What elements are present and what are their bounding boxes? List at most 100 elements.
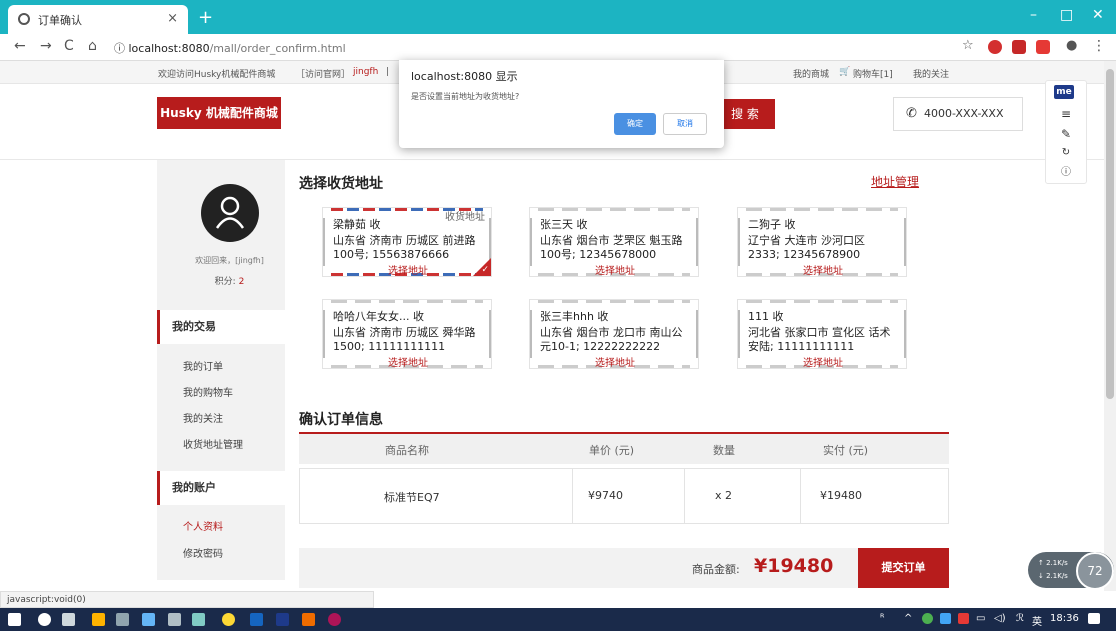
select-address-link[interactable]: 选择地址 <box>323 354 493 369</box>
refresh-icon[interactable]: ↻ <box>1046 147 1086 158</box>
card-border-right <box>904 310 906 358</box>
recipient-address: 辽宁省 大连市 沙河口区 2333; 12345678900 <box>748 234 865 261</box>
maximize-button[interactable]: □ <box>1060 7 1073 23</box>
search-app-icon[interactable] <box>168 613 181 626</box>
info-icon[interactable]: ⓘ <box>1046 163 1086 178</box>
back-icon[interactable]: ← <box>14 38 26 54</box>
address-card[interactable]: 梁静茹 收山东省 济南市 历城区 前进路100号; 15563876666 收货地… <box>322 207 492 277</box>
select-address-link[interactable]: 选择地址 <box>738 262 908 277</box>
address-card[interactable]: 哈哈八年女女... 收山东省 济南市 历城区 舜华路1500; 11111111… <box>322 299 492 369</box>
card-border-top <box>538 208 690 211</box>
tray-app-icon[interactable] <box>922 613 933 624</box>
logo[interactable]: Husky 机械配件商城 <box>157 97 281 129</box>
tray-app-icon[interactable] <box>940 613 951 624</box>
me-app-icon[interactable] <box>276 613 289 626</box>
sidebar-item-profile[interactable]: 个人资料 <box>183 518 223 533</box>
select-address-link[interactable]: 选择地址 <box>530 354 700 369</box>
card-border-top <box>538 300 690 303</box>
card-border-left <box>530 310 532 358</box>
close-window-button[interactable]: ✕ <box>1092 7 1104 23</box>
recipient-name: 111 收 <box>748 310 784 323</box>
sidebar-item-follow[interactable]: 我的关注 <box>183 410 223 425</box>
chrome-icon[interactable] <box>222 613 235 626</box>
taskbar-app-icon[interactable] <box>142 613 155 626</box>
info-icon: ⓘ <box>114 42 125 55</box>
volume-icon[interactable]: ◁) <box>994 613 1006 624</box>
scrollbar[interactable] <box>1104 61 1116 591</box>
input-language[interactable]: 英 <box>1032 613 1042 628</box>
wand-icon[interactable]: ✎ <box>1046 127 1086 141</box>
address-card[interactable]: 111 收河北省 张家口市 宣化区 话术安陆; 11111111111 选择地址 <box>737 299 907 369</box>
username-link[interactable]: jingfh <box>353 67 378 77</box>
video-extension-icon[interactable] <box>1012 40 1026 54</box>
tray-chevron-icon[interactable]: ^ <box>904 613 912 624</box>
address-card[interactable]: 张三丰hhh 收山东省 烟台市 龙口市 南山公元10-1; 1222222222… <box>529 299 699 369</box>
my-follow-link[interactable]: 我的关注 <box>913 67 949 80</box>
col-unit-price: 单价 (元) <box>589 444 635 457</box>
ime-icon[interactable]: ℛ <box>1016 613 1024 624</box>
home-icon[interactable]: ⌂ <box>88 38 97 54</box>
me-extension-icon[interactable]: me <box>1054 85 1074 99</box>
pdf-extension-icon[interactable] <box>1036 40 1050 54</box>
sidebar-item-cart[interactable]: 我的购物车 <box>183 384 233 399</box>
ok-button[interactable]: 确定 <box>614 113 656 135</box>
clock[interactable]: 18:36 <box>1050 613 1079 624</box>
reload-icon[interactable]: C <box>64 38 74 54</box>
section-my-trade: 我的交易 <box>157 310 285 344</box>
tab-title: 订单确认 <box>38 14 82 27</box>
account-icon[interactable]: ● <box>1066 38 1077 53</box>
taskbar-app-icon[interactable] <box>116 613 129 626</box>
forward-icon[interactable]: → <box>40 38 52 54</box>
recipient-name: 哈哈八年女女... 收 <box>333 310 424 323</box>
close-tab-icon[interactable]: × <box>167 11 178 26</box>
my-mall-link[interactable]: 我的商城 <box>793 67 829 80</box>
word-icon[interactable] <box>250 613 263 626</box>
user-sidebar: 欢迎回来，[jingfh] 积分: 2 我的交易 我的订单 我的购物车 我的关注… <box>157 160 285 580</box>
cancel-button[interactable]: 取消 <box>663 113 707 135</box>
cortana-icon[interactable] <box>38 613 51 626</box>
file-explorer-icon[interactable] <box>92 613 105 626</box>
select-address-link[interactable]: 选择地址 <box>738 354 908 369</box>
windows-start-icon[interactable] <box>8 613 21 626</box>
new-tab-button[interactable]: + <box>198 7 213 28</box>
taskbar-app-icon[interactable] <box>192 613 205 626</box>
confirm-dialog: localhost:8080 显示 是否设置当前地址为收货地址? 确定 取消 <box>399 60 724 148</box>
star-icon[interactable]: ☆ <box>962 38 974 53</box>
people-icon[interactable]: ᴿ <box>880 613 884 624</box>
hamburger-icon[interactable]: ≡ <box>1046 107 1086 121</box>
url-field[interactable]: ⓘ localhost:8080/mall/order_confirm.html <box>114 40 346 56</box>
browser-tabbar: 订单确认 × + – □ ✕ <box>0 0 1116 34</box>
task-view-icon[interactable] <box>62 613 75 626</box>
card-border-top <box>746 208 898 211</box>
card-border-top <box>746 300 898 303</box>
select-address-link[interactable]: 选择地址 <box>530 262 700 277</box>
tray-app-icon[interactable] <box>958 613 969 624</box>
taskbar-app-icon[interactable] <box>328 613 341 626</box>
address-manage-link[interactable]: 地址管理 <box>871 173 919 190</box>
taskbar-app-icon[interactable] <box>302 613 315 626</box>
submit-order-button[interactable]: 提交订单 <box>858 548 949 588</box>
card-border-top <box>331 300 483 303</box>
notification-icon[interactable] <box>1088 613 1100 624</box>
visit-site-link[interactable]: ［访问官网］ <box>296 67 350 80</box>
sidebar-item-password[interactable]: 修改密码 <box>183 545 223 560</box>
abp-extension-icon[interactable] <box>988 40 1002 54</box>
card-border-left <box>530 218 532 266</box>
points-label: 积分: <box>214 277 236 287</box>
points: 积分: 2 <box>157 274 302 287</box>
sidebar-item-orders[interactable]: 我的订单 <box>183 358 223 373</box>
menu-icon[interactable]: ⋮ <box>1092 38 1106 54</box>
sidebar-item-address[interactable]: 收货地址管理 <box>183 436 243 451</box>
cell-divider <box>572 469 573 523</box>
default-address-tag: 收货地址 <box>445 212 485 223</box>
address-card[interactable]: 张三天 收山东省 烟台市 芝罘区 魁玉路100号; 12345678000 选择地… <box>529 207 699 277</box>
search-button[interactable]: 搜 索 <box>715 99 775 129</box>
recipient-address: 河北省 张家口市 宣化区 话术安陆; 11111111111 <box>748 326 891 353</box>
battery-icon[interactable]: ▭ <box>976 613 985 624</box>
address-card[interactable]: 二狗子 收辽宁省 大连市 沙河口区 2333; 12345678900 选择地址 <box>737 207 907 277</box>
select-address-link[interactable]: 选择地址 <box>323 262 493 277</box>
cart-link[interactable]: 购物车[1] <box>853 67 893 80</box>
minimize-button[interactable]: – <box>1030 7 1037 23</box>
browser-tab[interactable]: 订单确认 × <box>8 5 188 34</box>
scrollbar-thumb[interactable] <box>1106 69 1114 399</box>
